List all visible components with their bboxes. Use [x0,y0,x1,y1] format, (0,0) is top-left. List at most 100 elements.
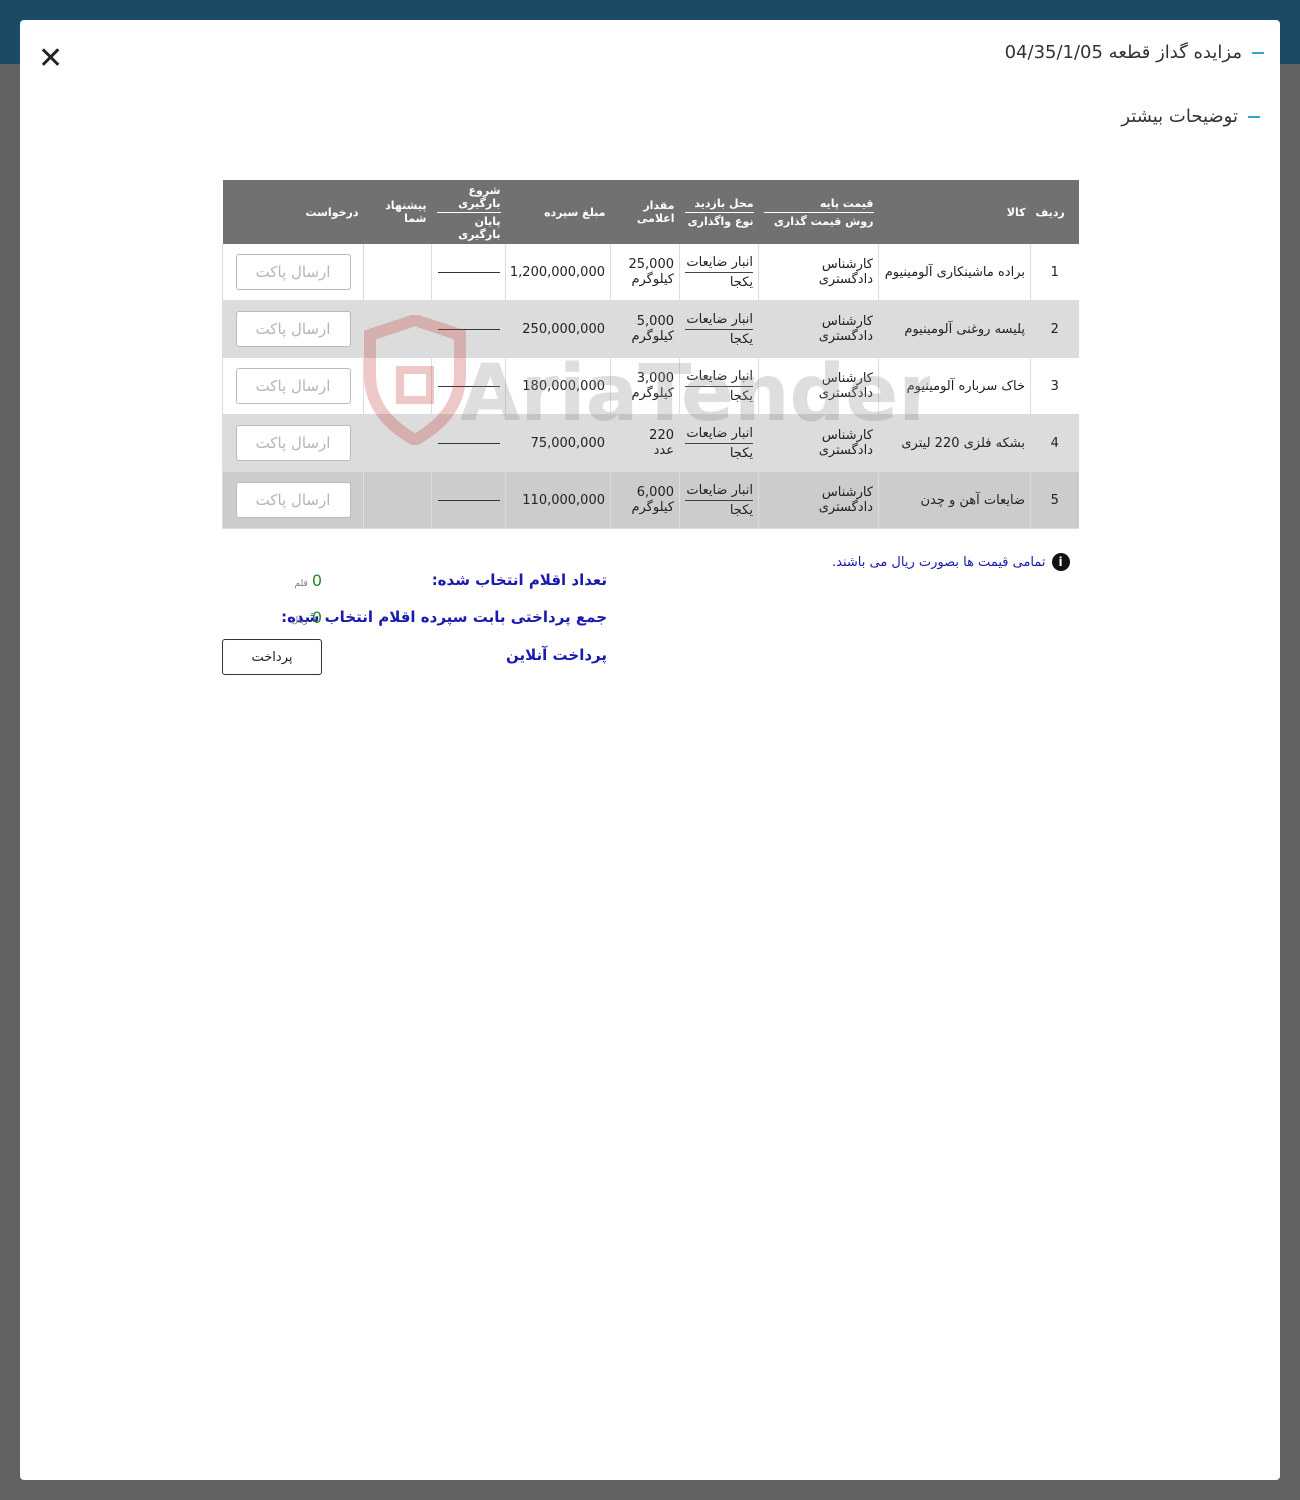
selected-count-label: تعداد اقلام انتخاب شده: [431,571,607,589]
quantity-cell: 220 عدد [610,414,680,472]
more-details-toggle[interactable]: توضیحات بیشتر [1121,106,1260,127]
pay-button[interactable]: پرداخت [222,639,322,675]
online-payment-label: پرداخت آنلاین [505,646,607,664]
table-row: 1 براده ماشینکاری آلومینیوم کارشناس دادگ… [222,244,1079,301]
quantity-unit: کیلوگرم [631,386,674,401]
loading-dates [431,244,506,301]
deposit-amount: 1,200,000,000 [505,244,611,301]
assignment-type: یکجا [729,274,753,290]
quantity-value: 3,000 [636,371,674,386]
deposit-amount: 250,000,000 [505,300,611,358]
header-visit-place: محل بازدید [684,197,754,213]
your-offer [363,357,432,415]
quantity-unit: عدد [653,443,674,458]
header-base-price: قیمت پایه [763,197,874,213]
quantity-value: 6,000 [636,485,674,500]
pricing-method: کارشناس دادگستری [758,471,879,529]
table-row: 3 خاک سرباره آلومینیوم کارشناس دادگستری … [222,357,1079,415]
currency-note: i تمامی قیمت ها بصورت ریال می باشند. [832,553,1070,571]
send-envelope-button[interactable]: ارسال پاکت [235,254,351,290]
quantity-unit: کیلوگرم [631,329,674,344]
header-loading-start: شروع بارگیری [436,184,501,213]
currency-note-text: تمامی قیمت ها بصورت ریال می باشند. [832,554,1046,570]
empty-dash [437,385,500,387]
total-deposit-value: 0 [311,608,322,627]
header-quantity: مقدار اعلامی [610,180,680,244]
header-assignment-type: نوع واگذاری [687,214,754,228]
loading-dates [431,300,506,358]
title-dash [1252,51,1264,54]
request-cell: ارسال پاکت [222,244,364,301]
pricing-method: کارشناس دادگستری [758,244,879,301]
info-icon: i [1051,553,1070,571]
quantity-value: 220 [649,428,674,443]
send-envelope-button[interactable]: ارسال پاکت [235,425,351,461]
loading-dates [431,471,506,529]
quantity-cell: 25,000 کیلوگرم [610,244,680,301]
item-name: پلیسه روغنی آلومینیوم [878,300,1031,358]
pricing-method: کارشناس دادگستری [758,357,879,415]
request-cell: ارسال پاکت [222,414,364,472]
total-deposit: 0 ریال [292,608,322,627]
row-number: 2 [1030,300,1079,358]
deposit-amount: 180,000,000 [505,357,611,415]
header-loading-end: پایان بارگیری [458,214,501,241]
request-cell: ارسال پاکت [222,357,364,415]
assignment-type: یکجا [729,445,753,461]
modal-title-text: مزایده گداز قطعه 04/35/1/05 [1004,42,1242,63]
your-offer [363,414,432,472]
quantity-value: 25,000 [628,257,675,272]
place-type-cell: انبار ضایعات یکجا [679,357,759,415]
item-name: خاک سرباره آلومینیوم [878,357,1031,415]
assignment-type: یکجا [729,502,753,518]
header-place: محل بازدید نوع واگذاری [679,180,759,244]
your-offer [363,244,432,301]
visit-place: انبار ضایعات [685,369,753,387]
your-offer [363,471,432,529]
row-number: 4 [1030,414,1079,472]
pricing-method: کارشناس دادگستری [758,414,879,472]
items-table: ردیف کالا قیمت پایه روش قیمت گذاری محل ب… [222,180,1079,529]
deposit-amount: 75,000,000 [505,414,611,472]
empty-dash [437,499,500,501]
pricing-method: کارشناس دادگستری [758,300,879,358]
assignment-type: یکجا [729,388,753,404]
item-name: بشکه فلزی 220 لیتری [878,414,1031,472]
header-item: کالا [878,180,1031,244]
header-deposit: مبلغ سپرده [505,180,611,244]
header-request: درخواست [222,180,364,244]
send-envelope-button[interactable]: ارسال پاکت [235,311,351,347]
item-name: براده ماشینکاری آلومینیوم [878,244,1031,301]
total-deposit-unit: ریال [291,616,308,626]
request-cell: ارسال پاکت [222,300,364,358]
send-envelope-button[interactable]: ارسال پاکت [235,482,351,518]
table-header-row: ردیف کالا قیمت پایه روش قیمت گذاری محل ب… [222,180,1079,244]
close-button[interactable]: ✕ [38,44,63,74]
place-type-cell: انبار ضایعات یکجا [679,300,759,358]
modal-title: مزایده گداز قطعه 04/35/1/05 [1005,42,1264,63]
quantity-cell: 5,000 کیلوگرم [610,300,680,358]
quantity-value: 5,000 [636,314,674,329]
header-price: قیمت پایه روش قیمت گذاری [758,180,879,244]
loading-dates [431,414,506,472]
place-type-cell: انبار ضایعات یکجا [679,471,759,529]
subtitle-dash [1248,115,1260,118]
visit-place: انبار ضایعات [685,255,753,273]
quantity-cell: 6,000 کیلوگرم [610,471,680,529]
table-row: 2 پلیسه روغنی آلومینیوم کارشناس دادگستری… [222,300,1079,358]
send-envelope-button[interactable]: ارسال پاکت [235,368,351,404]
header-loading: شروع بارگیری پایان بارگیری [431,180,506,244]
item-name: ضایعات آهن و چدن [878,471,1031,529]
visit-place: انبار ضایعات [685,426,753,444]
loading-dates [431,357,506,415]
visit-place: انبار ضایعات [685,483,753,501]
quantity-unit: کیلوگرم [631,272,674,287]
selected-count-unit: قلم [294,579,308,589]
your-offer [363,300,432,358]
row-number: 1 [1030,244,1079,301]
quantity-unit: کیلوگرم [631,500,674,515]
table-row: 4 بشکه فلزی 220 لیتری کارشناس دادگستری ا… [222,414,1079,472]
table-row: 5 ضایعات آهن و چدن کارشناس دادگستری انبا… [222,471,1079,529]
request-cell: ارسال پاکت [222,471,364,529]
row-number: 3 [1030,357,1079,415]
